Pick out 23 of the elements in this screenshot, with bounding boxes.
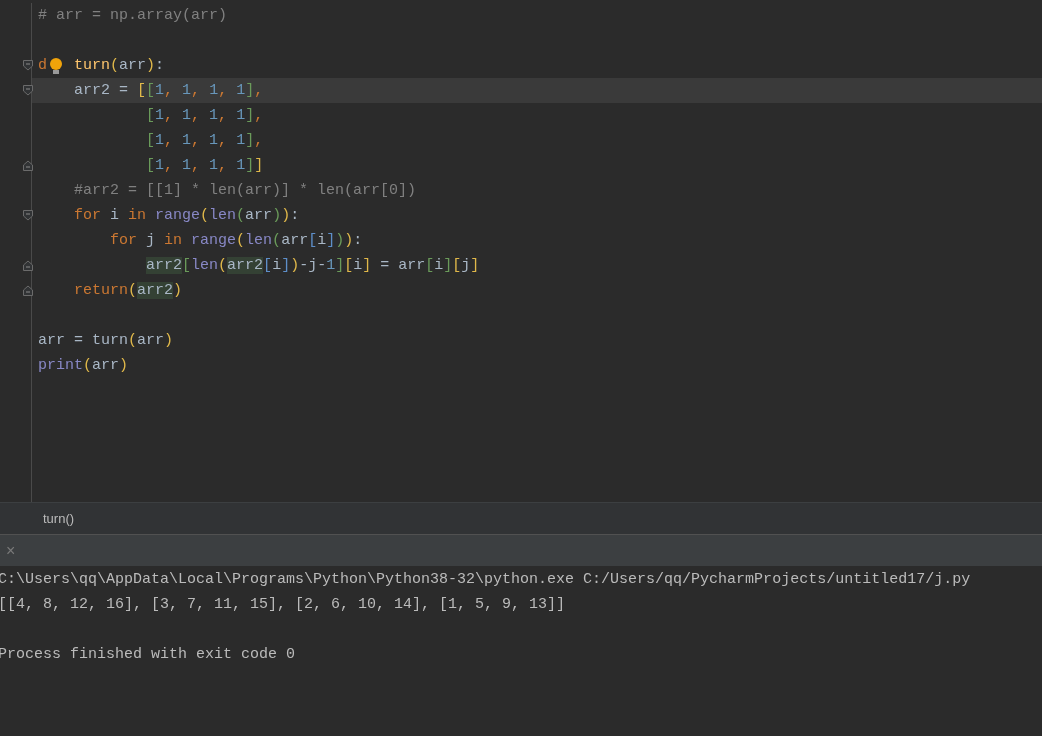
breadcrumb[interactable]: turn() [43,508,75,529]
code-line: [1, 1, 1, 1], [145,105,264,126]
code-line: arr = turn(arr) [38,330,174,351]
code-line: for j in range(len(arr[i])): [109,230,363,251]
fold-icon[interactable] [23,60,33,71]
code-line: # arr = np.array(arr) [38,5,228,26]
fold-icon[interactable] [23,210,33,221]
fold-icon[interactable] [23,260,33,271]
code-line: for i in range(len(arr)): [73,205,300,226]
code-line: return(arr2) [73,280,183,301]
code-line: print(arr) [38,355,129,376]
fold-icon[interactable] [23,160,33,171]
code-line: [1, 1, 1, 1], [145,130,264,151]
code-line: arr2[len(arr2[i])-j-1][i] = arr[i][j] [145,255,480,276]
code-line: d turn(arr): [38,55,165,76]
code-line: [1, 1, 1, 1]] [145,155,264,176]
console-line: [[4, 8, 12, 16], [3, 7, 11, 15], [2, 6, 10, 14], [1, 5, 9, 13]] [0,594,566,615]
code-line: #arr2 = [[1] * len(arr)] * len(arr[0]) [73,180,417,201]
fold-icon[interactable] [23,85,33,96]
code-line: arr2 = [[1, 1, 1, 1], [73,80,264,101]
lightbulb-icon[interactable] [48,56,64,75]
fold-icon[interactable] [23,285,33,296]
console-line: Process finished with exit code 0 [0,644,296,665]
